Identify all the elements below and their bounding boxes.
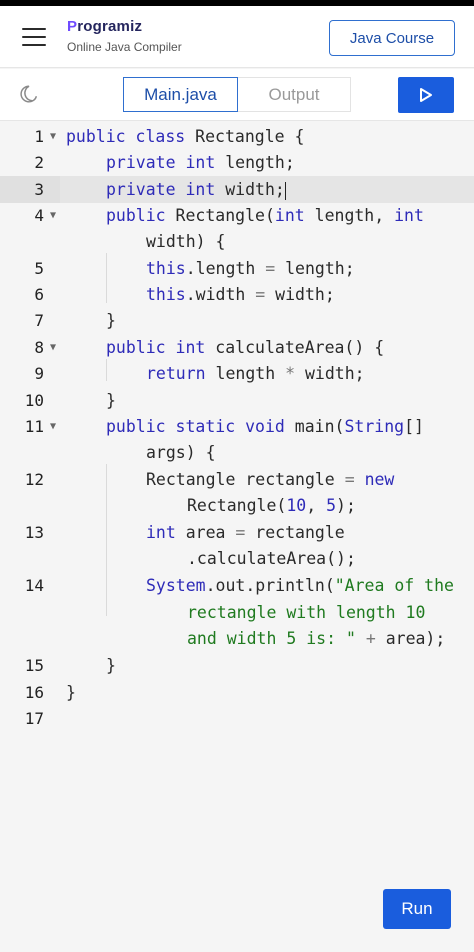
brand-name: Programiz: [67, 18, 143, 35]
text-cursor: [284, 181, 286, 200]
code-line: 11 ▼ public static void main(String[] arg…: [0, 414, 474, 467]
code-line: 14 System.out.println("Area of the recta…: [24, 576, 454, 648]
fold-arrow-icon[interactable]: ▼: [50, 203, 56, 229]
tab-output[interactable]: Output: [238, 77, 351, 112]
brand-logo[interactable]: Programiz Online Java Compiler: [67, 18, 182, 54]
run-button[interactable]: Run: [383, 889, 451, 929]
code-line: 17: [24, 709, 44, 728]
java-course-button[interactable]: Java Course: [329, 20, 455, 56]
dark-mode-icon[interactable]: [18, 83, 40, 105]
fold-arrow-icon[interactable]: ▼: [50, 124, 56, 150]
code-line: 5 this.length = length;: [34, 259, 355, 278]
code-line: 15 }: [24, 656, 116, 675]
code-line: 12 Rectangle rectangle = new Rectangle(1…: [24, 470, 395, 515]
fold-arrow-icon[interactable]: ▼: [50, 335, 56, 361]
code-line: 7 }: [34, 311, 116, 330]
brand-subtitle: Online Java Compiler: [67, 40, 182, 54]
code-line: 10 }: [24, 391, 116, 410]
code-line: 4 ▼ public Rectangle(int length, int widt…: [0, 203, 474, 256]
code-line: 8 ▼ public int calculateArea() {: [0, 335, 474, 361]
play-icon: [420, 88, 432, 102]
menu-icon[interactable]: [22, 28, 46, 46]
code-line: 16 }: [24, 683, 76, 702]
editor-toolbar: Main.java Output: [0, 69, 474, 121]
fold-arrow-icon[interactable]: ▼: [50, 414, 56, 440]
tab-main-java[interactable]: Main.java: [123, 77, 238, 112]
header: Programiz Online Java Compiler Java Cour…: [0, 6, 474, 68]
code-line-active: 3 private int width;: [0, 176, 474, 203]
run-icon-button[interactable]: [398, 77, 454, 113]
code-line: 1 ▼ public class Rectangle {: [0, 124, 474, 150]
code-line: 6 this.width = width;: [34, 285, 335, 304]
code-editor[interactable]: 1 ▼ public class Rectangle { 2 private in…: [0, 122, 474, 952]
code-line: 13 int area = rectangle .calculateArea()…: [24, 523, 356, 568]
code-line: 2 private int length;: [34, 153, 295, 172]
code-line: 9 return length * width;: [34, 364, 365, 383]
